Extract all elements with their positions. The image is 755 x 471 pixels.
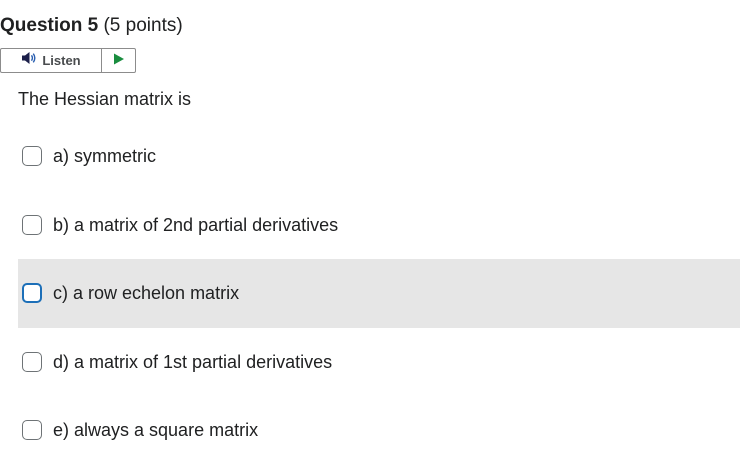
answer-options: a) symmetric b) a matrix of 2nd partial … xyxy=(18,122,740,465)
option-label: e) always a square matrix xyxy=(53,420,259,441)
readspeaker-listen-bar: Listen xyxy=(0,48,136,73)
speaker-icon xyxy=(21,51,37,70)
checkbox[interactable] xyxy=(22,420,42,441)
question-title: Question 5 xyxy=(0,15,99,36)
answer-option-e[interactable]: e) always a square matrix xyxy=(18,396,740,465)
answer-option-b[interactable]: b) a matrix of 2nd partial derivatives xyxy=(18,191,740,260)
checkbox[interactable] xyxy=(22,214,42,235)
listen-button[interactable]: Listen xyxy=(1,49,102,72)
checkbox[interactable] xyxy=(22,146,42,167)
answer-option-d[interactable]: d) a matrix of 1st partial derivatives xyxy=(18,328,740,397)
play-button[interactable] xyxy=(102,49,135,72)
play-icon xyxy=(113,52,125,70)
checkbox[interactable] xyxy=(22,351,42,372)
question-header: Question 5 (5 points) xyxy=(0,14,183,38)
checkbox[interactable] xyxy=(22,283,42,304)
answer-option-a[interactable]: a) symmetric xyxy=(18,122,740,191)
question-stem: The Hessian matrix is xyxy=(18,89,192,109)
answer-option-c[interactable]: c) a row echelon matrix xyxy=(18,259,740,328)
option-label: d) a matrix of 1st partial derivatives xyxy=(53,351,333,372)
listen-label: Listen xyxy=(42,53,81,68)
option-label: a) symmetric xyxy=(53,146,156,167)
question-points: (5 points) xyxy=(103,15,183,36)
option-label: b) a matrix of 2nd partial derivatives xyxy=(53,214,339,235)
option-label: c) a row echelon matrix xyxy=(53,283,240,304)
